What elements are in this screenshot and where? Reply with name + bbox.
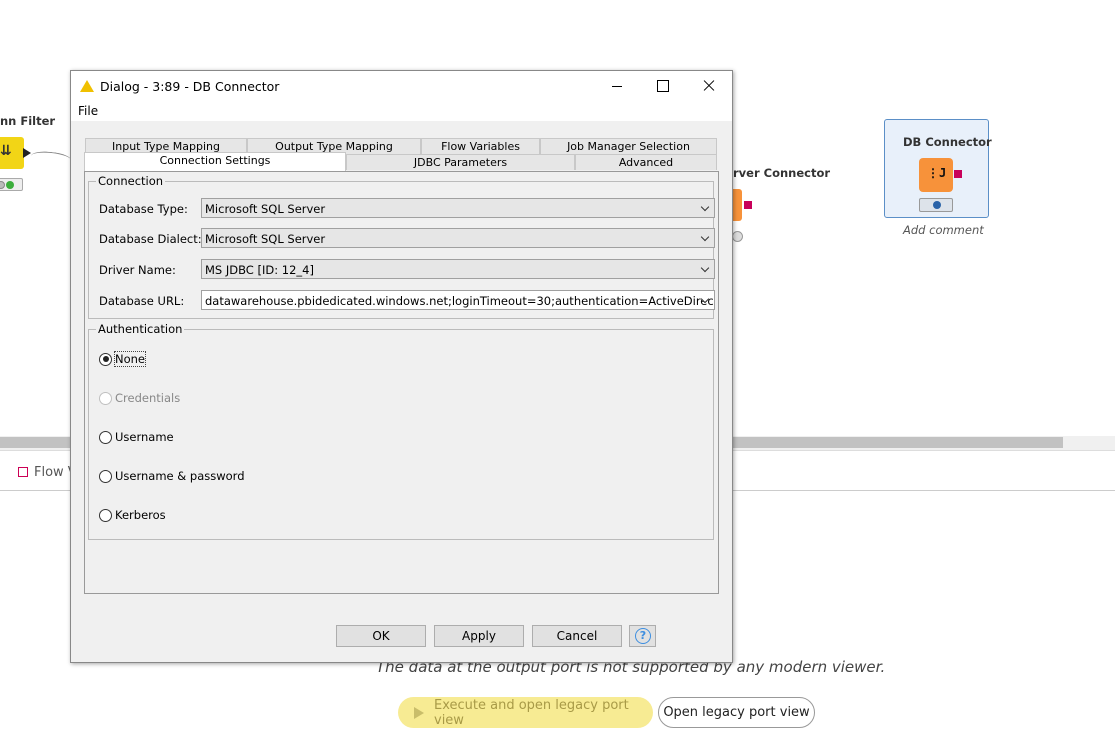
connection-group-label: Connection [96, 174, 166, 188]
apply-button[interactable]: Apply [434, 625, 524, 647]
db-output-port-icon[interactable] [954, 170, 962, 178]
close-button[interactable] [685, 71, 731, 101]
database-dialect-select[interactable]: Microsoft SQL Server [201, 228, 715, 248]
authentication-group: Authentication None Credentials Username… [88, 322, 714, 540]
radio-disabled-icon [99, 391, 112, 405]
dialog-title: Dialog - 3:89 - DB Connector [100, 79, 280, 94]
database-url-field[interactable]: datawarehouse.pbidedicated.windows.net;l… [201, 290, 715, 310]
database-url-value: datawarehouse.pbidedicated.windows.net;l… [205, 294, 714, 308]
auth-option-username[interactable]: Username [99, 430, 174, 444]
auth-option-label: Username & password [115, 469, 245, 483]
auth-option-none[interactable]: None [99, 351, 147, 367]
tab-job-manager-selection[interactable]: Job Manager Selection [540, 138, 717, 154]
menu-file[interactable]: File [78, 104, 98, 118]
chevron-down-icon [700, 263, 710, 273]
execute-open-legacy-view-button[interactable]: Execute and open legacy port view [398, 697, 653, 728]
node-status-icon [732, 231, 743, 242]
menu-bar: File [71, 101, 732, 121]
auth-option-credentials[interactable]: Credentials [99, 391, 180, 405]
add-comment-link[interactable]: Add comment [903, 223, 984, 237]
database-dialect-value: Microsoft SQL Server [205, 232, 326, 246]
connection-line [30, 149, 72, 167]
tab-jdbc-parameters[interactable]: JDBC Parameters [346, 154, 575, 170]
node-status-indicator [919, 198, 953, 212]
connection-settings-panel: Connection Database Type: Microsoft SQL … [84, 171, 719, 594]
database-url-label: Database URL: [99, 294, 185, 308]
connection-group: Connection Database Type: Microsoft SQL … [88, 174, 715, 319]
radio-checked-icon [99, 352, 112, 366]
dialog-titlebar[interactable]: Dialog - 3:89 - DB Connector [71, 71, 732, 101]
authentication-group-label: Authentication [96, 322, 185, 336]
sql-server-connector-node-title: rver Connector [733, 166, 831, 180]
minimize-button[interactable] [593, 71, 639, 101]
button-label: Execute and open legacy port view [434, 697, 629, 728]
output-port-triangle-icon[interactable] [23, 148, 31, 158]
db-output-port-icon[interactable] [744, 201, 752, 209]
play-icon [414, 706, 424, 719]
driver-name-value: MS JDBC [ID: 12_4] [205, 263, 314, 277]
status-dot-green-icon [6, 181, 14, 189]
database-dialect-label: Database Dialect: [99, 232, 202, 246]
auth-option-label: None [113, 351, 147, 367]
tab-flow-variables[interactable]: Flow Variables [421, 138, 540, 154]
database-type-label: Database Type: [99, 202, 188, 216]
node-status-traffic-light [0, 178, 23, 191]
db-connector-dialog: Dialog - 3:89 - DB Connector File Input … [70, 70, 733, 663]
db-connector-node-icon[interactable]: ⋮J [919, 158, 953, 192]
driver-name-label: Driver Name: [99, 263, 176, 277]
ok-button[interactable]: OK [336, 625, 426, 647]
database-type-value: Microsoft SQL Server [205, 202, 326, 216]
auth-option-label: Kerberos [115, 508, 166, 522]
tab-connection-settings[interactable]: Connection Settings [84, 152, 346, 171]
tab-flow-variables[interactable]: Flow V [18, 465, 77, 480]
help-icon: ? [635, 628, 651, 644]
auth-option-username-password[interactable]: Username & password [99, 469, 245, 483]
flow-variable-icon [18, 467, 28, 477]
tab-advanced[interactable]: Advanced [575, 154, 717, 170]
driver-name-select[interactable]: MS JDBC [ID: 12_4] [201, 259, 715, 279]
cancel-button[interactable]: Cancel [532, 625, 622, 647]
radio-icon [99, 469, 112, 483]
sql-server-connector-node-icon[interactable] [733, 189, 742, 221]
chevron-down-icon [700, 202, 710, 212]
chevron-down-icon [700, 232, 710, 242]
radio-icon [99, 430, 112, 444]
database-type-select[interactable]: Microsoft SQL Server [201, 198, 715, 218]
status-dot-icon [0, 181, 5, 189]
open-legacy-view-button[interactable]: Open legacy port view [658, 697, 815, 728]
radio-icon [99, 508, 112, 522]
help-button[interactable]: ? [629, 625, 656, 647]
auth-option-label: Username [115, 430, 174, 444]
auth-option-kerberos[interactable]: Kerberos [99, 508, 166, 522]
status-dot-blue-icon [933, 201, 941, 209]
column-filter-node-icon[interactable]: ⇊ [0, 137, 24, 169]
filter-glyph-icon: ⇊ [0, 143, 12, 159]
warning-triangle-icon [80, 80, 94, 92]
db-connector-node-title: DB Connector [903, 135, 992, 149]
maximize-button[interactable] [639, 71, 685, 101]
column-filter-node-title: nn Filter [0, 114, 56, 128]
auth-option-label: Credentials [115, 391, 181, 405]
